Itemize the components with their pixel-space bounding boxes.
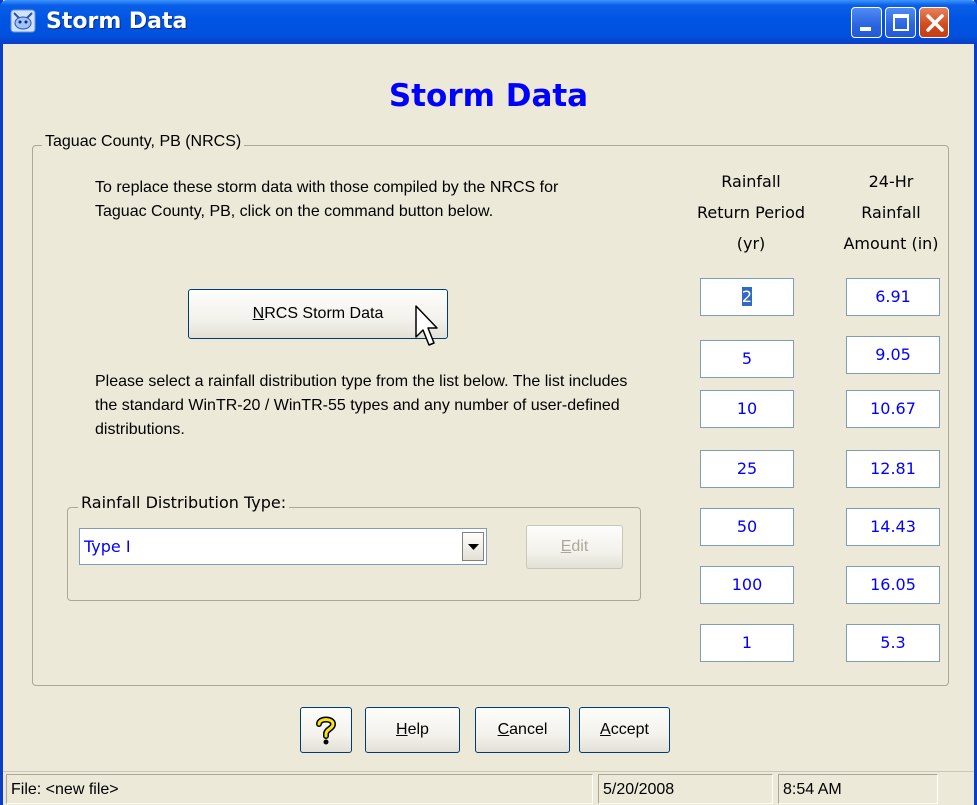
cancel-button-mnemonic: C	[497, 721, 510, 738]
chevron-down-icon	[468, 544, 479, 550]
return-period-input-2[interactable]: 5	[700, 340, 794, 378]
return-period-input-1[interactable]: 2	[700, 278, 794, 316]
edit-button-mnemonic: E	[560, 538, 572, 555]
status-bar: File: <new file> 5/20/2008 8:54 AM	[3, 771, 974, 805]
nrcs-button-label: RCS Storm Data	[264, 305, 384, 322]
return-period-header-line-1: Rainfall	[721, 172, 781, 191]
dropdown-button[interactable]	[462, 532, 484, 561]
cancel-button-label: ancel	[509, 721, 548, 738]
rainfall-amount-input-5[interactable]: 14.43	[846, 508, 940, 546]
rainfall-amount-header-line-2: Rainfall	[861, 203, 921, 222]
rainfall-amount-input-3[interactable]: 10.67	[846, 390, 940, 428]
window-title: Storm Data	[46, 9, 188, 34]
return-period-header-line-3: (yr)	[736, 234, 766, 253]
edit-button-label: dit	[571, 538, 589, 555]
whats-this-help-button[interactable]	[300, 707, 352, 753]
close-icon	[926, 14, 944, 32]
mouse-pointer-icon	[415, 305, 438, 346]
rainfall-amount-input-7[interactable]: 5.3	[846, 624, 940, 662]
rainfall-amount-input-1[interactable]: 6.91	[846, 278, 940, 316]
rainfall-amount-input-6[interactable]: 16.05	[846, 566, 940, 604]
cancel-button[interactable]: Cancel	[475, 707, 570, 753]
app-icon	[10, 9, 36, 33]
rainfall-amount-header: 24-Hr Rainfall Amount (in)	[826, 166, 956, 259]
return-period-input-4[interactable]: 25	[700, 450, 794, 488]
county-caption: Taguac County, PB (NRCS)	[42, 133, 245, 151]
close-button[interactable]	[919, 7, 949, 38]
distribution-instructions: Please select a rainfall distribution ty…	[95, 373, 628, 438]
maximize-icon	[893, 14, 909, 31]
title-bar[interactable]: Storm Data	[0, 0, 977, 44]
return-period-input-7[interactable]: 1	[700, 624, 794, 662]
return-period-input-3[interactable]: 10	[700, 390, 794, 428]
distribution-selected-value: Type I	[84, 537, 131, 556]
distribution-caption: Rainfall Distribution Type:	[78, 493, 290, 512]
rainfall-amount-input-4[interactable]: 12.81	[846, 450, 940, 488]
accept-button-mnemonic: A	[600, 721, 611, 738]
rainfall-amount-input-2[interactable]: 9.05	[846, 336, 940, 374]
return-period-input-6[interactable]: 100	[700, 566, 794, 604]
maximize-button[interactable]	[885, 7, 916, 38]
status-date: 5/20/2008	[598, 774, 773, 804]
rainfall-amount-header-line-3: Amount (in)	[843, 234, 939, 253]
page-heading: Storm Data	[388, 78, 589, 114]
storm-data-window: Storm Data Storm Data Taguac County, PB …	[0, 0, 977, 805]
nrcs-storm-data-button[interactable]: NRCS Storm Data	[188, 289, 448, 339]
return-period-value: 2	[741, 287, 753, 306]
nrcs-instructions: To replace these storm data with those c…	[95, 179, 559, 220]
edit-button[interactable]: Edit	[526, 525, 623, 569]
return-period-header-line-2: Return Period	[696, 203, 806, 222]
status-file: File: <new file>	[6, 774, 593, 804]
accept-button-label: ccept	[610, 721, 649, 738]
return-period-input-5[interactable]: 50	[700, 508, 794, 546]
return-period-header: Rainfall Return Period (yr)	[691, 166, 811, 259]
nrcs-button-mnemonic: N	[252, 305, 265, 322]
accept-button[interactable]: Accept	[579, 707, 670, 753]
distribution-type-select[interactable]: Type I	[79, 528, 487, 565]
help-button[interactable]: Help	[365, 707, 460, 753]
minimize-button[interactable]	[851, 7, 882, 38]
rainfall-amount-header-line-1: 24-Hr	[868, 172, 914, 191]
help-button-label: elp	[407, 721, 429, 738]
status-time: 8:54 AM	[778, 774, 938, 804]
question-mark-icon	[316, 716, 337, 745]
help-button-mnemonic: H	[396, 721, 408, 738]
minimize-icon	[860, 27, 871, 31]
